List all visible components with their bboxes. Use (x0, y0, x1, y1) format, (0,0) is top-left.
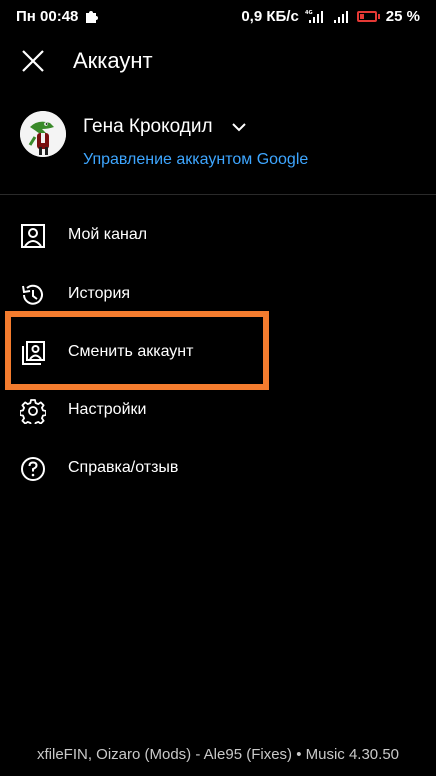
menu-label-help: Справка/отзыв (68, 459, 179, 476)
status-left: Пн 00:48 (16, 7, 99, 25)
highlight-frame (5, 311, 269, 390)
app-header: Аккаунт (0, 40, 436, 80)
close-icon[interactable] (20, 48, 46, 74)
manage-account-link[interactable]: Управление аккаунтом Google (83, 150, 308, 170)
status-time: Пн 00:48 (16, 7, 79, 25)
help-icon (21, 457, 45, 481)
network-speed: 0,9 КБ/с (241, 7, 299, 25)
avatar[interactable] (20, 111, 66, 157)
puzzle-icon (86, 11, 99, 23)
status-bar: Пн 00:48 0,9 КБ/с 4G 25 % (0, 0, 436, 32)
crocodile-avatar-icon (20, 111, 66, 157)
page-title: Аккаунт (73, 48, 153, 73)
menu-item-my-channel[interactable]: Мой канал (0, 211, 436, 259)
history-icon (22, 284, 43, 305)
menu-label-history: История (68, 285, 131, 302)
mod-credits: xfileFIN, Oizaro (Mods) - Ale95 (Fixes) … (36, 746, 400, 763)
menu-label-my-channel: Мой канал (68, 226, 148, 243)
network-type: 4G (305, 10, 313, 16)
menu-item-settings[interactable]: Настройки (0, 386, 436, 434)
person-box-icon (21, 224, 45, 248)
account-name[interactable]: Гена Крокодил (83, 116, 213, 138)
menu-item-help[interactable]: Справка/отзыв (0, 444, 436, 492)
signal-4g-icon: 4G (305, 10, 323, 23)
signal-icon (333, 11, 348, 23)
chevron-down-icon[interactable] (230, 118, 248, 136)
battery-percent: 25 % (385, 7, 420, 25)
account-block: Гена Крокодил Управление аккаунтом Googl… (0, 108, 436, 194)
gear-icon (20, 399, 46, 424)
app-screen: Пн 00:48 0,9 КБ/с 4G 25 % Аккаунт Гена К… (0, 0, 436, 776)
divider (0, 194, 436, 195)
status-right: 0,9 КБ/с 4G 25 % (241, 8, 420, 25)
battery-icon (356, 10, 380, 22)
menu-label-settings: Настройки (68, 401, 147, 418)
